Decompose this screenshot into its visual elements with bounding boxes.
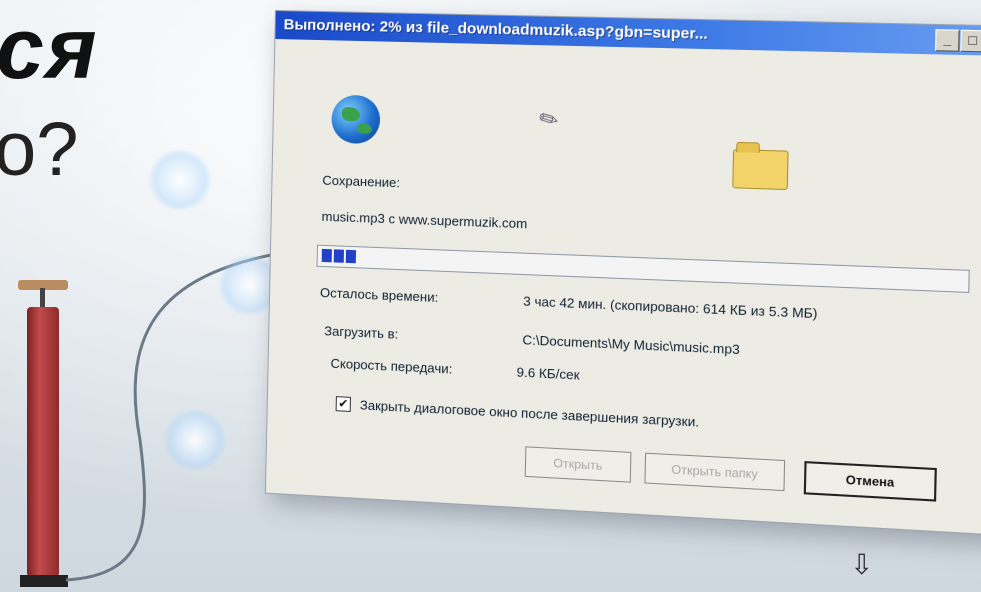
speed-value: 9.6 КБ/сек	[516, 364, 580, 383]
saving-label: Сохранение:	[322, 172, 401, 191]
download-arrow-icon: ⇩	[850, 549, 874, 580]
close-after-download-checkbox[interactable]: ✔	[335, 396, 351, 412]
paper-flying-icon: ✎	[534, 103, 564, 136]
download-to-value: C:\Documents\My Music\music.mp3	[522, 332, 740, 358]
download-to-label: Загрузить в:	[324, 323, 399, 342]
speed-label: Скорость передачи:	[330, 355, 453, 377]
progress-block	[345, 249, 357, 264]
open-button[interactable]: Открыть	[524, 446, 632, 483]
folder-icon	[732, 148, 789, 191]
cancel-button[interactable]: Отмена	[803, 461, 937, 502]
globe-icon	[331, 94, 381, 145]
minimize-button[interactable]: _	[935, 29, 960, 52]
file-source-text: music.mp3 с www.supermuzik.com	[321, 208, 528, 232]
progress-block	[321, 248, 332, 263]
download-progress-bar	[316, 244, 970, 293]
progress-block	[333, 249, 344, 263]
time-left-value: 3 час 42 мин. (скопировано: 614 КБ из 5.…	[523, 293, 818, 322]
download-dialog: Выполнено: 2% из file_downloadmuzik.asp?…	[264, 10, 981, 537]
air-puff-icon	[145, 150, 215, 210]
time-left-label: Осталось времени:	[319, 284, 439, 306]
close-after-download-label: Закрыть диалоговое окно после завершения…	[359, 397, 700, 430]
open-folder-button[interactable]: Открыть папку	[644, 452, 786, 492]
dialog-title: Выполнено: 2% из file_downloadmuzik.asp?…	[283, 16, 709, 43]
maximize-button[interactable]: □	[960, 29, 981, 53]
air-puff-icon	[160, 410, 230, 470]
